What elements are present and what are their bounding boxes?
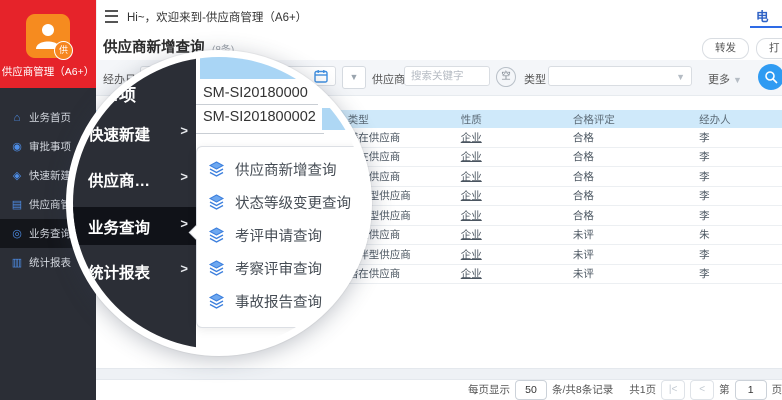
supplier-icon: ▤ xyxy=(10,198,24,211)
date-dropdown-button[interactable]: ▼ xyxy=(342,66,366,89)
menu-item-status-level-change-query[interactable]: 状态等级变更查询 xyxy=(197,186,371,219)
layers-icon xyxy=(208,194,225,211)
records-label: 条/共8条记录 xyxy=(552,382,613,397)
type-select[interactable]: ▼ xyxy=(548,66,692,86)
first-page-button[interactable]: |< xyxy=(661,380,685,400)
app-badge: 供 xyxy=(54,41,73,60)
search-icon xyxy=(764,70,778,84)
chevron-right-icon: > xyxy=(180,123,188,145)
col-nature: 性质 xyxy=(451,110,563,128)
menu-item-supplier-new-query[interactable]: 供应商新增查询 xyxy=(197,153,371,186)
forward-button[interactable]: 转发 xyxy=(702,38,749,59)
layers-icon xyxy=(208,227,225,244)
welcome-text: Hi~，欢迎来到-供应商管理（A6+） xyxy=(127,9,307,25)
magnified-doc-number[interactable]: SM-SI20180000 xyxy=(203,85,308,101)
approval-icon: ◉ xyxy=(10,140,24,153)
query-icon: ◎ xyxy=(10,227,24,240)
prev-page-button[interactable]: < xyxy=(690,380,714,400)
hamburger-menu-icon[interactable] xyxy=(105,10,118,23)
magnified-sidebar-item-quick-create[interactable]: 快速新建> xyxy=(88,123,188,145)
query-flyout-menu: 供应商新增查询 状态等级变更查询 考评申请查询 考察评审查 xyxy=(196,146,372,328)
layers-icon xyxy=(208,161,225,178)
app-logo: 供 xyxy=(26,14,70,58)
chevron-right-icon: > xyxy=(180,261,188,283)
total-pages-label: 共1页 xyxy=(629,382,656,397)
magnified-sidebar-item-business-query[interactable]: 业务查询> xyxy=(88,216,188,238)
layers-icon xyxy=(208,260,225,277)
page-number-input[interactable]: 1 xyxy=(735,380,767,400)
chevron-right-icon: > xyxy=(180,169,188,191)
supplier-filter-label: 供应商 xyxy=(372,71,405,87)
page-prefix: 第 xyxy=(719,382,730,397)
search-button[interactable] xyxy=(758,64,782,90)
magnified-sidebar-item-supplier[interactable]: 供应商…> xyxy=(88,169,188,191)
per-page-label: 每页显示 xyxy=(468,382,510,397)
report-icon: ▥ xyxy=(10,256,24,269)
page-suffix: 页 xyxy=(772,382,782,397)
magnified-date-selection xyxy=(200,55,312,79)
top-bar: Hi~，欢迎来到-供应商管理（A6+） 电 xyxy=(96,0,782,31)
chevron-down-icon: ▼ xyxy=(676,72,685,82)
type-filter-label: 类型 xyxy=(524,71,546,87)
empty-filter-button[interactable]: 空 xyxy=(496,67,516,87)
col-rating: 合格评定 xyxy=(563,110,689,128)
more-filters-button[interactable]: 更多▼ xyxy=(708,71,742,87)
chevron-down-icon: ▼ xyxy=(350,72,359,82)
layers-icon xyxy=(208,293,225,310)
create-icon: ◈ xyxy=(10,169,24,182)
magnified-sidebar-item-partial: 事项 xyxy=(102,81,136,106)
per-page-input[interactable]: 50 xyxy=(515,380,547,400)
magnifier-lens: 事项 快速新建> 供应商…> 业务查询> 统计报表> SM-SI20180000… xyxy=(66,50,372,356)
pagination: 每页显示 50 条/共8条记录 共1页 |< < 第 1 页 xyxy=(468,379,782,400)
menu-item-evaluation-apply-query[interactable]: 考评申请查询 xyxy=(197,219,371,252)
calendar-icon[interactable] xyxy=(314,69,328,83)
col-handler: 经办人 xyxy=(689,110,782,128)
chevron-down-icon: ▼ xyxy=(733,75,742,85)
magnified-sidebar-item-report[interactable]: 统计报表> xyxy=(88,261,188,283)
home-icon: ⌂ xyxy=(10,112,24,124)
menu-item-accident-report-query[interactable]: 事故报告查询 xyxy=(197,285,371,318)
magnified-doc-number[interactable]: SM-SI201800002 xyxy=(203,109,316,125)
active-tab[interactable]: 电 xyxy=(750,6,782,28)
magnified-selected-row xyxy=(322,108,372,130)
search-input[interactable] xyxy=(404,66,490,86)
menu-item-inspection-review-query[interactable]: 考察评审查询 xyxy=(197,252,371,285)
print-button[interactable]: 打印 xyxy=(756,38,782,59)
chevron-right-icon: > xyxy=(180,216,188,238)
